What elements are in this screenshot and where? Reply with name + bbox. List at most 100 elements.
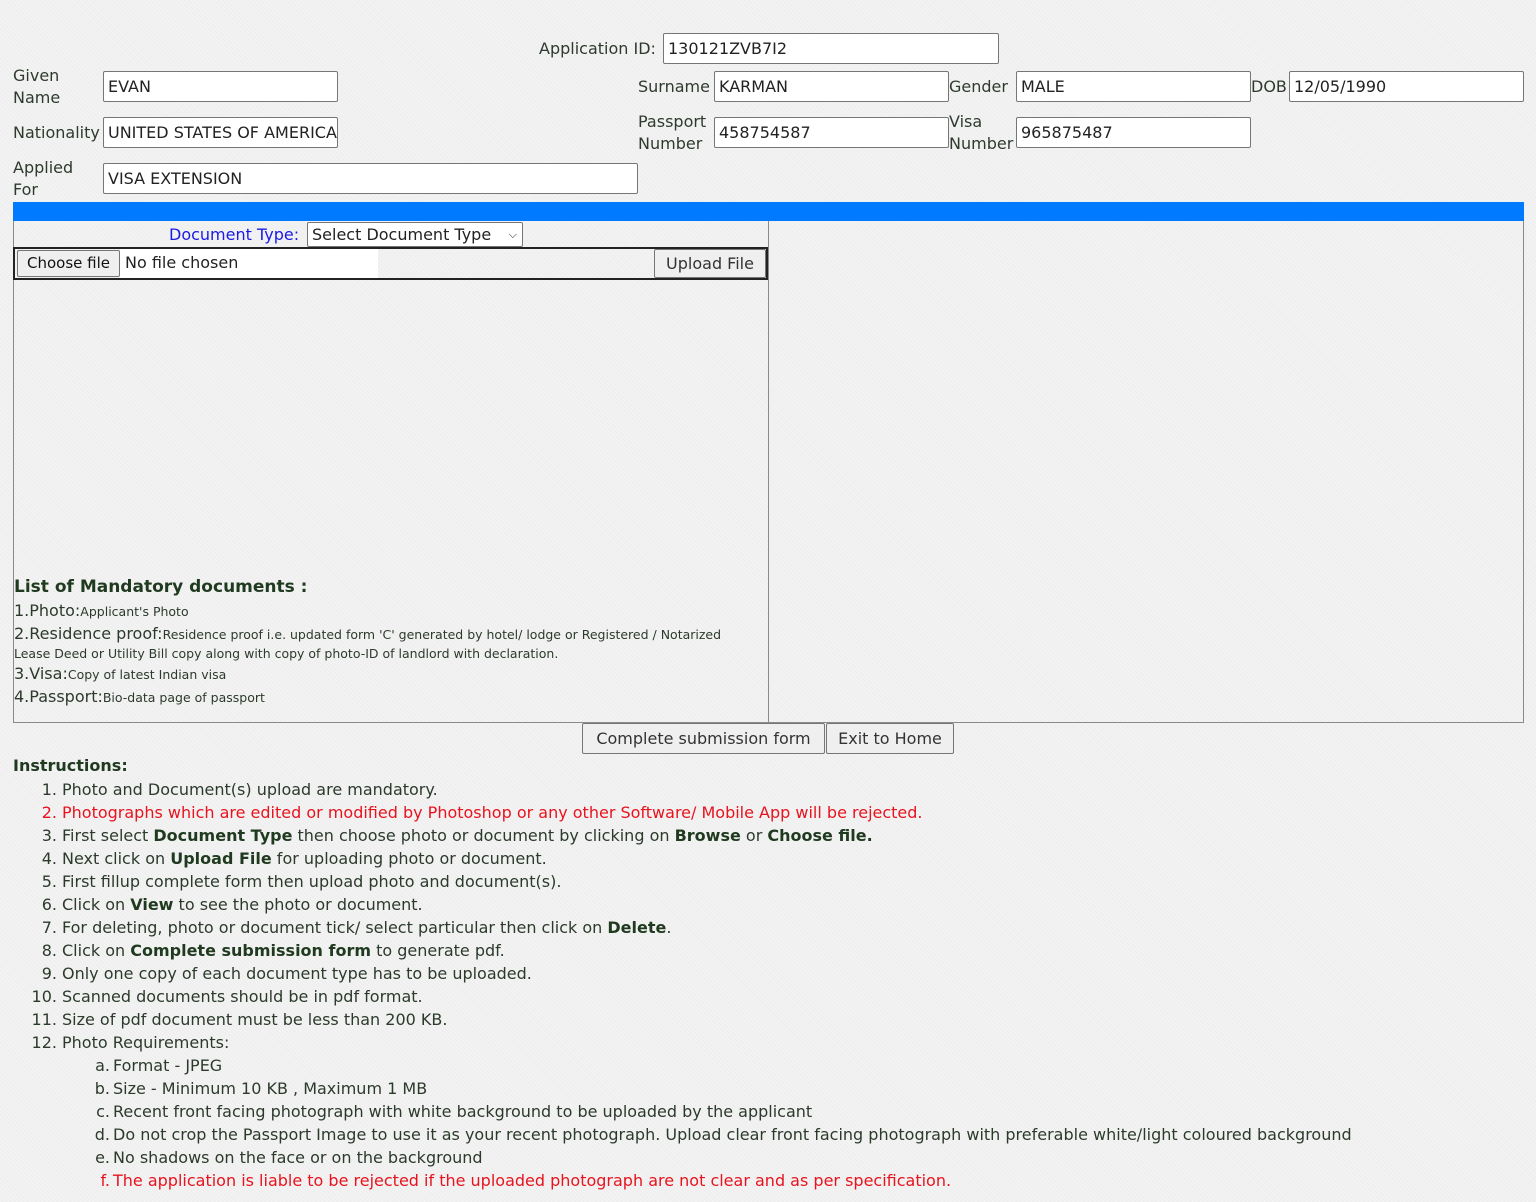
instruction-number: 4.: [41, 849, 57, 868]
instruction-fragment: for uploading photo or document.: [271, 849, 547, 868]
mandatory-document-item: 3.Visa:Copy of latest Indian visa: [14, 665, 754, 684]
gender-label: Gender: [949, 77, 1008, 96]
file-upload-row: Choose file No file chosen Upload File: [13, 247, 768, 280]
visa-number-field[interactable]: 965875487: [1016, 117, 1251, 148]
instruction-number: 6.: [41, 895, 57, 914]
instruction-fragment: Click on: [62, 895, 131, 914]
photo-requirement-letter: c.: [96, 1102, 110, 1121]
instruction-number: 9.: [41, 964, 57, 983]
mandatory-document-key: 3.Visa:: [14, 664, 68, 683]
instruction-fragment: to generate pdf.: [371, 941, 505, 960]
choose-file-button[interactable]: Choose file: [17, 250, 120, 277]
file-status-text: No file chosen: [120, 249, 378, 278]
instruction-number: 7.: [41, 918, 57, 937]
instruction-item: 12. Photo Requirements:: [0, 1031, 1536, 1054]
passport-number-label-line1: Passport: [638, 112, 707, 131]
instruction-text: Photographs which are edited or modified…: [62, 801, 923, 824]
instruction-fragment: First select: [62, 826, 154, 845]
instruction-fragment: Only one copy of each document type has …: [62, 964, 532, 983]
mandatory-document-key: 4.Passport:: [14, 687, 103, 706]
instruction-fragment: Scanned documents should be in pdf forma…: [62, 987, 423, 1006]
instruction-item: 3. First select Document Type then choose…: [0, 824, 1536, 847]
mandatory-document-desc: Copy of latest Indian visa: [67, 667, 227, 682]
passport-number-label: Passport Number: [638, 111, 706, 155]
instruction-number: 11.: [31, 1010, 57, 1029]
gender-field[interactable]: MALE: [1016, 71, 1251, 102]
instruction-item: 7. For deleting, photo or document tick/ …: [0, 916, 1536, 939]
photo-requirement-text: Size - Minimum 10 KB , Maximum 1 MB: [113, 1079, 428, 1098]
given-name-field[interactable]: EVAN: [103, 71, 338, 102]
photo-requirement-item: b. Size - Minimum 10 KB , Maximum 1 MB: [0, 1077, 1536, 1100]
photo-requirement-letter: a.: [95, 1056, 110, 1075]
mandatory-document-key: 1.Photo:: [14, 601, 81, 620]
given-name-label: Given Name: [13, 65, 60, 109]
instruction-item: 9. Only one copy of each document type ha…: [0, 962, 1536, 985]
photo-requirement-letter: f.: [100, 1171, 110, 1190]
preview-panel: [768, 221, 1524, 723]
instruction-fragment: then choose photo or document by clickin…: [292, 826, 675, 845]
nationality-label: Nationality: [13, 123, 100, 142]
complete-submission-button[interactable]: Complete submission form: [582, 723, 825, 754]
instruction-emphasis: Complete submission form: [130, 941, 372, 960]
passport-number-label-line2: Number: [638, 134, 703, 153]
mandatory-document-item: 4.Passport:Bio-data page of passport: [14, 688, 754, 707]
instruction-text: First select Document Type then choose p…: [62, 824, 873, 847]
photo-requirement-item: a. Format - JPEG: [0, 1054, 1536, 1077]
instruction-text: First fillup complete form then upload p…: [62, 870, 561, 893]
instruction-text: Size of pdf document must be less than 2…: [62, 1008, 447, 1031]
instruction-fragment: For deleting, photo or document tick/ se…: [62, 918, 608, 937]
mandatory-document-item: 2.Residence proof:Residence proof i.e. u…: [14, 625, 754, 663]
instruction-number: 12.: [31, 1033, 57, 1052]
instructions-list: 1. Photo and Document(s) upload are manda…: [0, 778, 1536, 1192]
mandatory-document-desc: Bio-data page of passport: [102, 690, 265, 705]
instruction-fragment: Photo Requirements:: [62, 1033, 230, 1052]
applied-for-field[interactable]: VISA EXTENSION: [103, 163, 638, 194]
instruction-fragment: Photographs which are edited or modified…: [62, 803, 923, 822]
application-id-field[interactable]: 130121ZVB7I2: [663, 33, 999, 64]
photo-requirement-item: e. No shadows on the face or on the backg…: [0, 1146, 1536, 1169]
instruction-fragment: .: [666, 918, 672, 937]
instruction-number: 2.: [41, 803, 57, 822]
given-name-label-line1: Given: [13, 66, 60, 85]
instruction-fragment: to see the photo or document.: [173, 895, 423, 914]
exit-to-home-button[interactable]: Exit to Home: [826, 723, 954, 754]
instruction-text: Click on Complete submission form to gen…: [62, 939, 505, 962]
document-type-select[interactable]: Select Document Type ⌵: [307, 222, 523, 247]
application-id-label: Application ID:: [539, 39, 656, 58]
photo-requirement-text: Do not crop the Passport Image to use it…: [113, 1125, 1352, 1144]
nationality-field[interactable]: UNITED STATES OF AMERICA: [103, 117, 338, 148]
instruction-fragment: Photo and Document(s) upload are mandato…: [62, 780, 438, 799]
surname-field[interactable]: KARMAN: [714, 71, 949, 102]
upload-file-button[interactable]: Upload File: [654, 249, 766, 278]
instruction-number: 8.: [41, 941, 57, 960]
photo-requirement-item: c. Recent front facing photograph with wh…: [0, 1100, 1536, 1123]
instruction-emphasis: Upload File: [170, 849, 272, 868]
instruction-emphasis: Document Type: [153, 826, 293, 845]
instruction-text: Next click on Upload File for uploading …: [62, 847, 547, 870]
photo-requirement-text: Recent front facing photograph with whit…: [113, 1102, 813, 1121]
instructions-title: Instructions:: [13, 756, 128, 775]
mandatory-document-desc: Applicant's Photo: [80, 604, 189, 619]
passport-number-field[interactable]: 458754587: [714, 117, 949, 148]
photo-requirement-item: d. Do not crop the Passport Image to use …: [0, 1123, 1536, 1146]
instruction-text: For deleting, photo or document tick/ se…: [62, 916, 671, 939]
instruction-emphasis: View: [130, 895, 174, 914]
instruction-number: 1.: [41, 780, 57, 799]
instruction-emphasis: Browse: [674, 826, 741, 845]
visa-number-label: Visa Number: [949, 111, 1013, 155]
instruction-item: 10. Scanned documents should be in pdf fo…: [0, 985, 1536, 1008]
instruction-text: Click on View to see the photo or docume…: [62, 893, 423, 916]
photo-requirement-text: The application is liable to be rejected…: [113, 1171, 952, 1190]
instruction-emphasis: Choose file.: [767, 826, 873, 845]
dob-field[interactable]: 12/05/1990: [1289, 71, 1524, 102]
photo-requirement-text: Format - JPEG: [113, 1056, 223, 1075]
instruction-number: 5.: [41, 872, 57, 891]
applied-for-label: Applied For: [13, 157, 73, 201]
instruction-item: 5. First fillup complete form then upload…: [0, 870, 1536, 893]
instruction-fragment: or: [740, 826, 768, 845]
instruction-item: 1. Photo and Document(s) upload are manda…: [0, 778, 1536, 801]
document-type-label: Document Type:: [169, 225, 300, 244]
instruction-text: Scanned documents should be in pdf forma…: [62, 985, 423, 1008]
photo-requirement-text: No shadows on the face or on the backgro…: [113, 1148, 483, 1167]
instruction-fragment: Next click on: [62, 849, 171, 868]
